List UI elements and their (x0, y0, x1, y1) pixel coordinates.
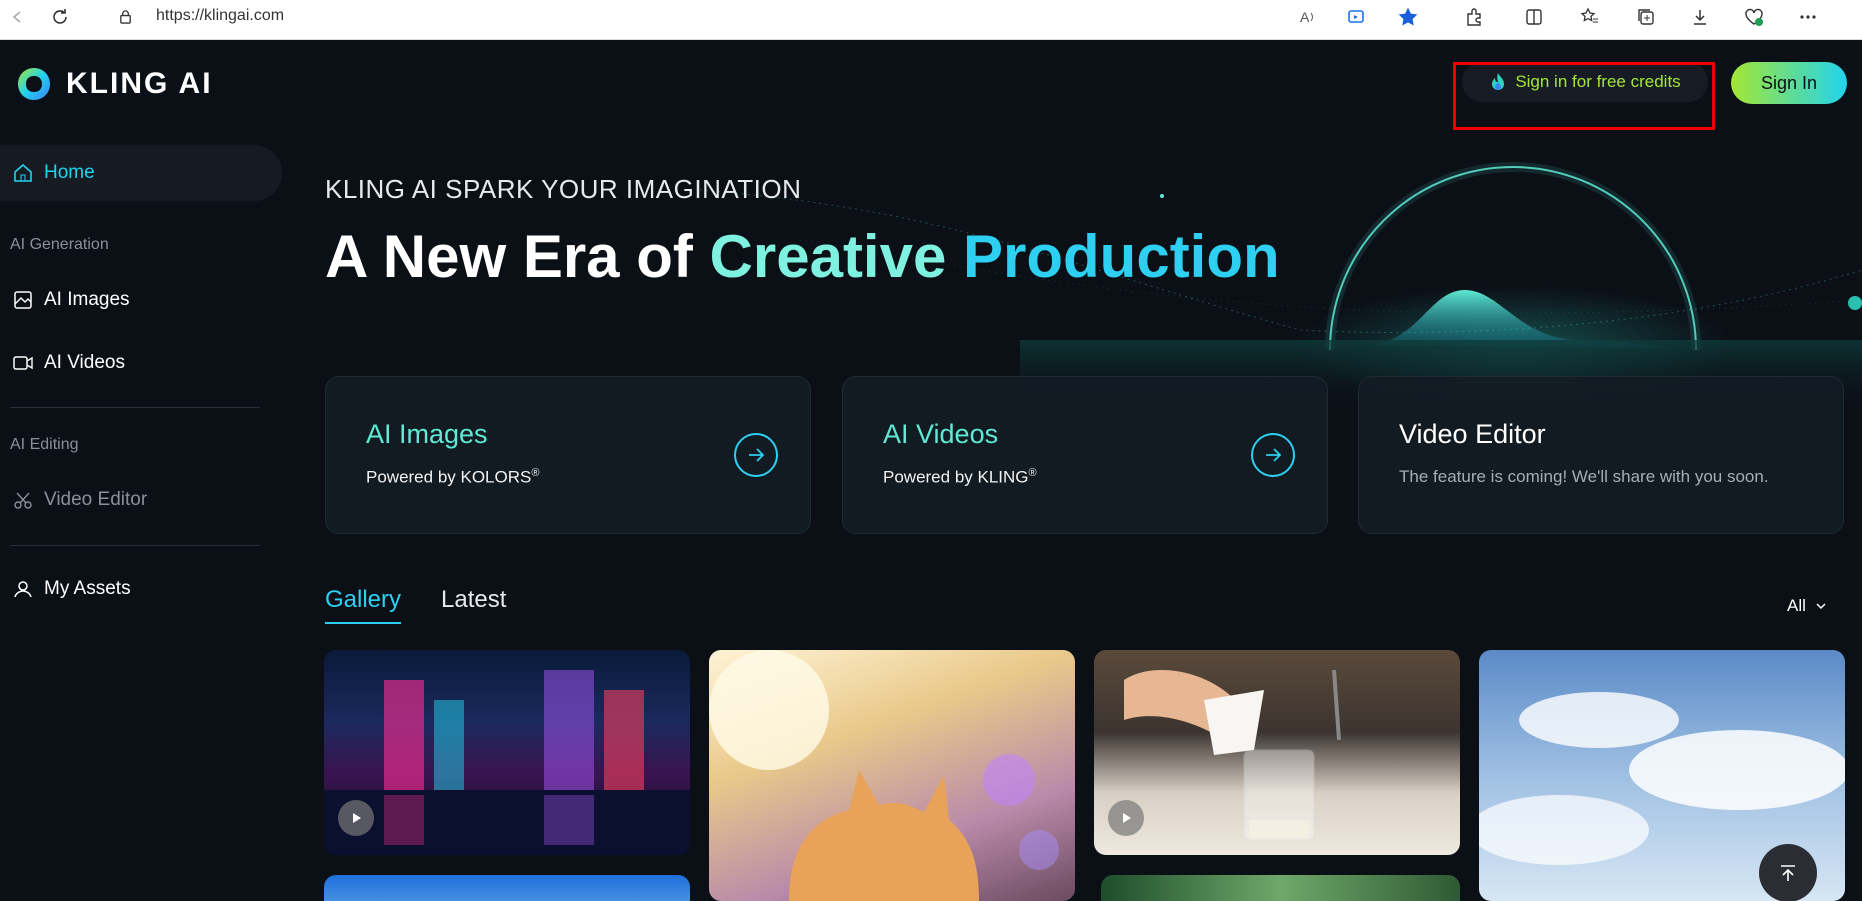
sign-in-button[interactable]: Sign In (1731, 62, 1847, 104)
filter-dropdown[interactable]: All (1787, 596, 1828, 616)
sidebar-item-label: AI Videos (44, 352, 125, 373)
card-title: AI Images (366, 419, 488, 449)
gallery-item-blue-sky[interactable] (324, 875, 690, 901)
gallery-item-milk-glass[interactable] (1094, 650, 1460, 855)
registered-mark: ® (1028, 467, 1037, 479)
image-icon (14, 291, 32, 309)
split-screen-icon[interactable] (1516, 0, 1552, 34)
section-ai-generation: AI Generation (10, 236, 109, 253)
tab-gallery[interactable]: Gallery (325, 586, 402, 624)
headline-part-1: A New Era of (325, 223, 693, 290)
kling-logo-icon (18, 68, 50, 100)
hero-headline: A New Era of Creative Production (325, 222, 1280, 291)
arrow-right-icon[interactable] (734, 433, 778, 477)
scissors-icon (14, 492, 32, 509)
back-icon[interactable] (0, 0, 36, 34)
cat-illustration (709, 650, 1059, 901)
user-icon (14, 581, 32, 598)
sidebar-item-my-assets[interactable]: My Assets (0, 561, 282, 617)
arrow-up-icon (1781, 865, 1795, 881)
card-subtitle: Powered by KOLORS® (366, 467, 539, 488)
immersive-reader-icon[interactable] (1338, 0, 1374, 34)
favorite-star-icon[interactable] (1390, 0, 1426, 34)
sidebar-item-label: Video Editor (44, 489, 148, 510)
section-ai-editing: AI Editing (10, 436, 79, 453)
card-subtitle-text: Powered by KLING (883, 467, 1029, 487)
neon-city-illustration (324, 670, 690, 855)
refresh-icon[interactable] (42, 0, 78, 34)
free-credits-label: Sign in for free credits (1515, 72, 1681, 91)
filter-label: All (1787, 596, 1806, 615)
kling-logo[interactable]: KLING AI (14, 64, 213, 104)
video-icon (13, 356, 33, 370)
sidebar-divider (10, 407, 260, 408)
extensions-icon[interactable] (1456, 0, 1492, 34)
card-title: Video Editor (1399, 419, 1546, 449)
free-credits-button[interactable]: Sign in for free credits (1462, 62, 1708, 102)
headline-part-3: Production (963, 223, 1280, 290)
logo-text: KLING AI (66, 67, 213, 100)
health-icon[interactable] (1736, 0, 1772, 34)
sidebar-item-ai-images[interactable]: AI Images (0, 272, 282, 328)
card-title: AI Videos (883, 419, 999, 449)
arrow-right-icon[interactable] (1251, 433, 1295, 477)
home-icon (14, 163, 32, 182)
flame-icon (1492, 73, 1505, 90)
card-ai-videos[interactable]: AI Videos Powered by KLING® (842, 376, 1328, 534)
address-bar[interactable]: https://klingai.com (98, 0, 1428, 34)
svg-text:A: A (1300, 9, 1310, 25)
favorites-icon[interactable] (1572, 0, 1608, 34)
milk-glass-illustration (1124, 669, 1341, 841)
hero-eyebrow: KLING AI SPARK YOUR IMAGINATION (325, 174, 802, 204)
registered-mark: ® (531, 467, 540, 479)
tab-latest[interactable]: Latest (441, 586, 506, 624)
sidebar-item-label: Home (44, 162, 95, 183)
collections-icon[interactable] (1628, 0, 1664, 34)
card-video-editor: Video Editor The feature is coming! We'l… (1358, 376, 1844, 534)
card-subtitle-text: Powered by KOLORS (366, 467, 532, 487)
play-icon[interactable] (338, 800, 374, 836)
downloads-icon[interactable] (1682, 0, 1718, 34)
card-subtitle: Powered by KLING® (883, 467, 1037, 488)
sidebar-item-home[interactable]: Home (0, 145, 282, 201)
headline-part-2: Creative (709, 223, 947, 290)
gallery-item-neon-city[interactable] (324, 650, 690, 855)
kling-site: KLING AI Home AI Generation AI Images AI… (0, 40, 1862, 901)
back-to-top-button[interactable] (1759, 844, 1817, 901)
card-ai-images[interactable]: AI Images Powered by KOLORS® (325, 376, 811, 534)
gallery-item-forest[interactable] (1101, 875, 1460, 901)
sidebar: KLING AI Home AI Generation AI Images AI… (0, 40, 290, 901)
gallery-tabs: Gallery Latest (325, 586, 506, 624)
url-text[interactable]: https://klingai.com (156, 7, 284, 25)
sidebar-item-label: My Assets (44, 578, 131, 599)
sidebar-item-ai-videos[interactable]: AI Videos (0, 335, 282, 391)
read-aloud-icon[interactable]: A (1290, 0, 1326, 34)
lock-icon[interactable] (118, 9, 133, 24)
browser-toolbar: https://klingai.com A (0, 0, 1862, 40)
play-icon[interactable] (1108, 800, 1144, 836)
card-subtitle: The feature is coming! We'll share with … (1399, 467, 1769, 486)
sidebar-divider (10, 545, 260, 546)
more-icon[interactable] (1790, 0, 1826, 34)
sidebar-item-video-editor[interactable]: Video Editor (0, 472, 282, 528)
chevron-down-icon (1816, 603, 1826, 610)
gallery-item-cat[interactable] (709, 650, 1075, 901)
sidebar-item-label: AI Images (44, 289, 130, 310)
